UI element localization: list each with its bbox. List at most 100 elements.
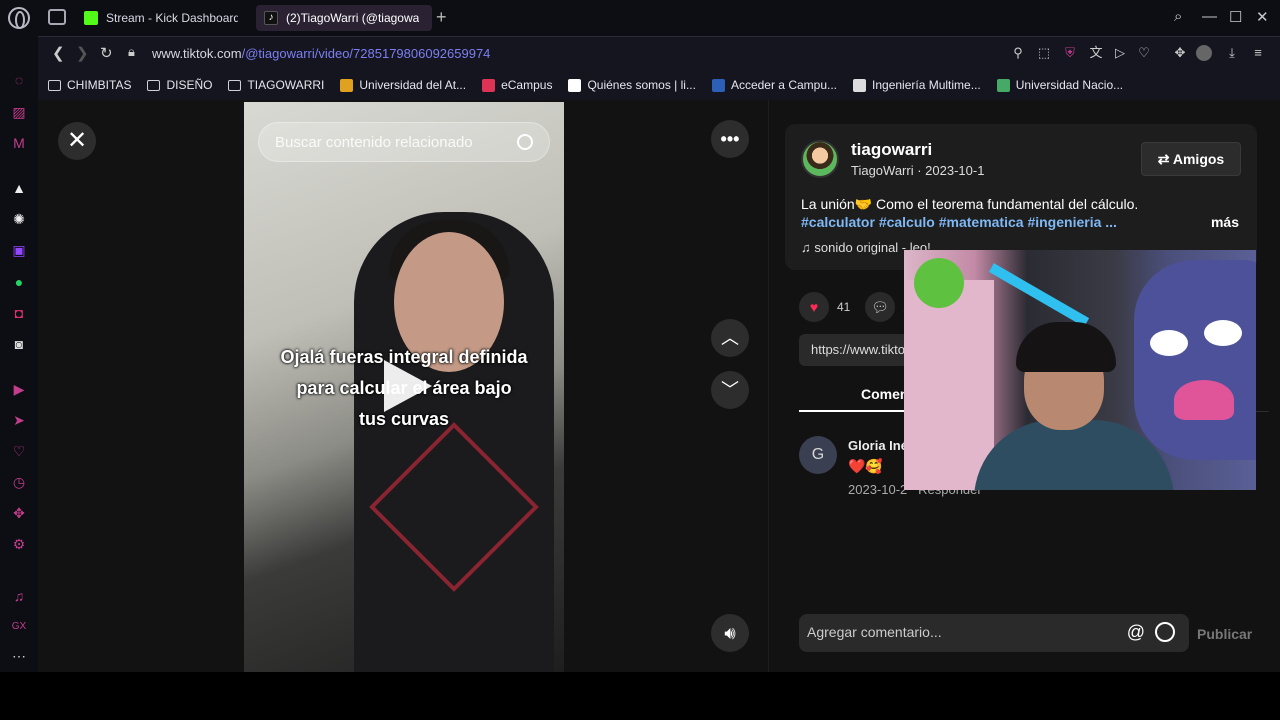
user-meta: TiagoWarri · 2023-10-1 [851, 163, 985, 178]
bookmark-chimbitas[interactable]: CHIMBITAS [48, 78, 131, 92]
tab-kick[interactable]: Stream - Kick Dashboard [76, 5, 246, 31]
history-icon[interactable]: ◷ [11, 474, 27, 490]
gx-icon[interactable]: GX [11, 619, 27, 635]
folder-icon [228, 79, 242, 91]
sidebar: ◌ ▨ M ▲ ✺ ▣ ● ◘ ◙ ▶ ➤ ♡ ◷ ✥ ⚙ ♫ GX ⋯ [0, 36, 38, 672]
next-video-icon[interactable]: ﹀ [711, 371, 749, 409]
bookmark-quienes-somos[interactable]: Quiénes somos | li... [568, 78, 696, 92]
opera-logo-icon[interactable] [8, 7, 30, 29]
video-link-field[interactable]: https://www.tiktok.com/@tiagowarri/video… [799, 334, 909, 366]
music-icon[interactable]: ♫ [11, 588, 27, 604]
gmail-icon[interactable]: M [11, 135, 27, 151]
mention-icon[interactable]: @ [1127, 622, 1145, 643]
player-icon[interactable]: ▶ [11, 381, 27, 397]
avatar[interactable] [801, 140, 839, 178]
close-window-button[interactable]: ✕ [1256, 8, 1269, 26]
bookmark-acceder-campus[interactable]: Acceder a Campu... [711, 78, 837, 92]
bookmark-ingenieria-multimedia[interactable]: Ingeniería Multime... [853, 78, 981, 92]
webcam-monster-eye [1150, 330, 1188, 356]
bookmark-ecampus[interactable]: eCampus [482, 78, 552, 92]
site-icon [568, 78, 582, 92]
related-search-placeholder: Buscar contenido relacionado [275, 134, 473, 151]
commenter-avatar[interactable]: G [799, 436, 837, 474]
whatsapp-icon[interactable]: ● [11, 274, 27, 290]
url-field[interactable]: www.tiktok.com/@tiagowarri/video/7285179… [152, 46, 490, 61]
tiktok-icon: ♪ [264, 11, 278, 25]
extensions-icon[interactable]: ✥ [11, 505, 27, 521]
app-icon[interactable]: ▲ [11, 180, 27, 196]
favorites-icon[interactable]: ♡ [11, 443, 27, 459]
site-icon [482, 78, 496, 92]
aria-icon[interactable]: ◌ [11, 72, 27, 88]
bookmark-universidad-nacional[interactable]: Universidad Nacio... [996, 78, 1123, 92]
send-icon[interactable]: ➤ [11, 412, 27, 428]
comment-placeholder: Agregar comentario... [807, 624, 942, 640]
comment-input[interactable]: Agregar comentario... @ [799, 614, 1189, 652]
menu-icon[interactable]: ≡ [1250, 45, 1266, 61]
snapshot-icon[interactable]: ⬚ [1036, 45, 1052, 61]
settings-icon[interactable]: ⚙ [11, 536, 27, 552]
translate-icon[interactable]: 文 [1088, 45, 1104, 61]
bookmark-label: TIAGOWARRI [247, 78, 325, 92]
maximize-button[interactable]: ☐ [1229, 8, 1242, 26]
volume-icon[interactable]: 🔊︎ [711, 614, 749, 652]
bookmark-label: eCampus [501, 78, 553, 92]
site-icon [996, 78, 1010, 92]
reload-button[interactable]: ↻ [100, 44, 113, 62]
tab-tiktok[interactable]: ♪ (2)TiagoWarri (@tiagowa [256, 5, 432, 31]
webcam-jersey [904, 280, 994, 490]
site-icon [340, 78, 354, 92]
twitch-icon[interactable]: ▣ [11, 242, 27, 258]
like-count: 41 [837, 300, 851, 314]
comment-icon[interactable]: 💬︎ [865, 292, 895, 322]
player-icon[interactable]: ▷ [1112, 45, 1128, 61]
search-icon[interactable] [517, 134, 533, 150]
webcam-sword [988, 263, 1090, 327]
vpn-shield-icon[interactable]: ⛨ [1062, 45, 1078, 61]
discord-icon[interactable]: ◙ [11, 336, 27, 352]
more-icon[interactable]: ⋯ [11, 648, 27, 664]
heart-icon[interactable]: ♡ [1136, 45, 1152, 61]
bookmark-universidad-atlantico[interactable]: Universidad del At... [340, 78, 466, 92]
previous-video-icon[interactable]: ︿ [711, 319, 749, 357]
extensions-icon[interactable]: ✥ [1172, 45, 1188, 61]
profile-avatar-icon[interactable] [1196, 45, 1212, 61]
bookmark-label: Ingeniería Multime... [872, 78, 981, 92]
more-options-icon[interactable]: ••• [711, 120, 749, 158]
related-search-input[interactable]: Buscar contenido relacionado [258, 122, 550, 162]
username[interactable]: tiagowarri [851, 140, 932, 160]
url-path: /@tiagowarri/video/7285179806092659974 [241, 46, 491, 61]
post-info-card: tiagowarri TiagoWarri · 2023-10-1 ⇄ Amig… [785, 124, 1257, 270]
back-button[interactable]: ❮ [52, 44, 65, 62]
close-icon[interactable]: ✕ [58, 122, 96, 160]
bookmark-label: CHIMBITAS [67, 78, 132, 92]
new-tab-button[interactable]: + [436, 7, 447, 28]
bookmark-tiagowarri[interactable]: TIAGOWARRI [228, 78, 324, 92]
publish-button[interactable]: Publicar [1197, 626, 1252, 642]
download-icon[interactable]: ⤓ [1224, 45, 1240, 61]
heart-icon[interactable]: ♥ [799, 292, 829, 322]
bookmark-diseno[interactable]: DISEÑO [147, 78, 212, 92]
site-icon [853, 78, 867, 92]
tab-manager-icon[interactable] [48, 9, 66, 25]
lock-icon: 🔒︎ [128, 44, 135, 59]
comment-stat[interactable]: 💬︎ 1 [865, 292, 910, 322]
video-player[interactable]: Buscar contenido relacionado Ojalá fuera… [244, 102, 564, 672]
search-icon[interactable]: ⌕ [1174, 8, 1182, 25]
forward-button[interactable]: ❯ [76, 44, 89, 62]
url-host: www.tiktok.com [152, 46, 242, 61]
emoji-icon[interactable] [1155, 622, 1175, 642]
like-stat[interactable]: ♥ 41 [799, 292, 850, 322]
play-icon[interactable] [384, 360, 432, 412]
minimize-button[interactable]: — [1202, 8, 1217, 25]
more-button[interactable]: más [1211, 214, 1239, 230]
folder-icon [147, 79, 161, 91]
comment-date-value: 2023-10-2 [848, 482, 908, 497]
chatgpt-icon[interactable]: ✺ [11, 211, 27, 227]
instagram-icon[interactable]: ◘ [11, 305, 27, 321]
tab-bar: Stream - Kick Dashboard ♪ (2)TiagoWarri … [0, 0, 1280, 36]
pinboard-icon[interactable]: ▨ [11, 104, 27, 120]
pin-icon[interactable]: ⚲ [1010, 45, 1026, 61]
post-hashtags[interactable]: #calculator #calculo #matematica #ingeni… [801, 214, 1117, 230]
friends-button[interactable]: ⇄ Amigos [1141, 142, 1241, 176]
